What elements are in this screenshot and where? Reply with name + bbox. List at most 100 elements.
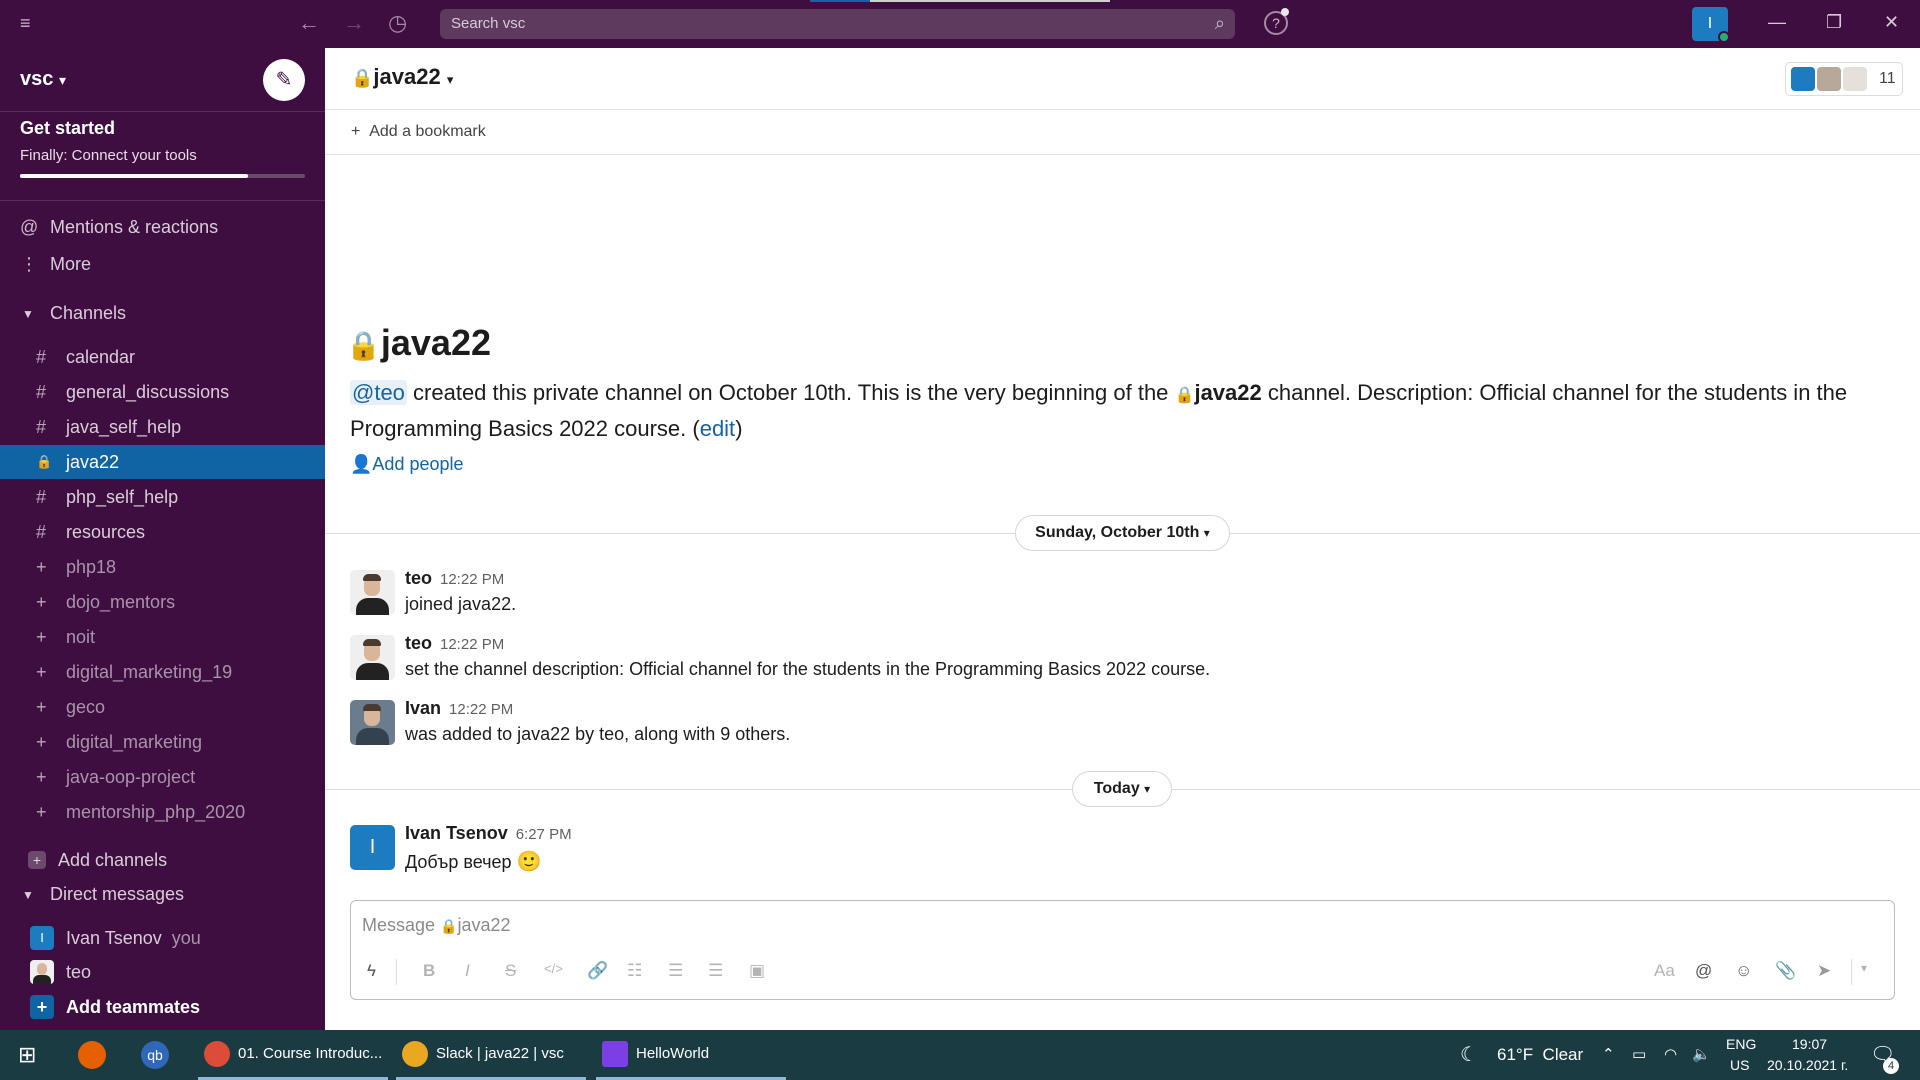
history-icon[interactable]: ◷	[388, 10, 407, 36]
attach-icon[interactable]: 📎	[1775, 961, 1796, 981]
taskbar-app-chrome[interactable]: 01. Course Introduc...	[198, 1030, 388, 1080]
qbittorrent-icon[interactable]: qb	[141, 1041, 169, 1069]
sidebar-item-channel[interactable]: # calendar	[0, 340, 325, 374]
taskbar-app-intellij[interactable]: HelloWorld	[596, 1030, 786, 1080]
back-arrow-icon[interactable]: ←	[298, 10, 320, 36]
code-block-icon[interactable]: ▣	[749, 961, 765, 981]
add-people-label: Add people	[372, 454, 464, 474]
add-people-button[interactable]: 👤Add people	[350, 454, 464, 475]
search-placeholder: Search vsc	[451, 15, 526, 32]
message-author[interactable]: teo	[405, 568, 432, 588]
chevron-down-icon[interactable]: ▾	[1861, 961, 1867, 975]
sidebar-item-more[interactable]: ⋮ More	[20, 249, 91, 279]
avatar	[350, 635, 395, 680]
message-author[interactable]: Ivan Tsenov	[405, 823, 508, 843]
layout-label[interactable]: US	[1730, 1057, 1749, 1080]
minimize-icon[interactable]: —	[1768, 12, 1786, 33]
sidebar-item-channel[interactable]: + digital_marketing_19	[0, 655, 325, 689]
sidebar-item-channel[interactable]: # java_self_help	[0, 410, 325, 444]
members-button[interactable]: 11	[1785, 62, 1903, 96]
message-time[interactable]: 12:22 PM	[440, 636, 504, 653]
message-time[interactable]: 12:22 PM	[440, 571, 504, 588]
lock-icon: 🔒	[351, 68, 374, 88]
blockquote-icon[interactable]: ☰	[708, 961, 723, 981]
day-pill[interactable]: Sunday, October 10th ▾	[1015, 515, 1230, 551]
forward-arrow-icon[interactable]: →	[343, 10, 365, 36]
dm-item-ivan-tsenov[interactable]: I Ivan Tsenov you	[30, 921, 201, 955]
message-input[interactable]: Message 🔒java22	[362, 915, 511, 936]
code-icon[interactable]: </>	[544, 961, 563, 976]
message-composer[interactable]: Message 🔒java22 ϟ B I S </> 🔗 ☷ ☰ ☰ ▣ Aa…	[350, 900, 1895, 1000]
slack-icon	[402, 1040, 428, 1067]
sidebar-item-channel[interactable]: 🔒 java22	[0, 445, 325, 479]
mention-icon[interactable]: @	[1695, 961, 1712, 981]
message-author[interactable]: teo	[405, 633, 432, 653]
shortcuts-icon[interactable]: ϟ	[367, 961, 376, 981]
get-started-panel[interactable]: Get started Finally: Connect your tools	[20, 118, 305, 178]
taskbar-app-slack[interactable]: Slack | java22 | vsc	[396, 1030, 586, 1080]
menu-icon[interactable]: ≡	[20, 14, 38, 32]
ordered-list-icon[interactable]: ☷	[627, 961, 642, 981]
sidebar-item-channel[interactable]: + noit	[0, 620, 325, 654]
sidebar-item-channel[interactable]: + geco	[0, 690, 325, 724]
sidebar-item-channel[interactable]: + php18	[0, 550, 325, 584]
bold-icon[interactable]: B	[423, 961, 435, 981]
clock-date[interactable]: 20.10.2021 г.	[1767, 1057, 1848, 1080]
moon-icon: ☾	[1460, 1044, 1478, 1066]
avatar	[350, 700, 395, 745]
add-bookmark-button[interactable]: + Add a bookmark	[351, 123, 486, 141]
sidebar-item-channel[interactable]: # php_self_help	[0, 480, 325, 514]
wifi-icon[interactable]: ◠	[1664, 1030, 1677, 1080]
emoji-icon[interactable]: ☺	[1735, 961, 1752, 981]
restore-icon[interactable]: ❐	[1826, 12, 1842, 33]
bulleted-list-icon[interactable]: ☰	[668, 961, 683, 981]
search-input[interactable]: Search vsc ⌕	[440, 9, 1235, 39]
message-time[interactable]: 12:22 PM	[449, 701, 513, 718]
close-icon[interactable]: ✕	[1884, 12, 1899, 33]
message-author[interactable]: Ivan	[405, 698, 441, 718]
formatting-toggle-icon[interactable]: Aa	[1654, 961, 1675, 981]
message-time[interactable]: 6:27 PM	[516, 826, 572, 843]
windows-start-icon[interactable]: ⊞	[18, 1030, 36, 1080]
dm-name: Ivan Tsenov	[66, 927, 162, 948]
intro-text: )	[735, 416, 743, 441]
chevron-up-icon[interactable]: ⌃	[1602, 1030, 1615, 1080]
dm-section-header[interactable]: ▼ Direct messages	[22, 884, 184, 905]
sidebar-item-channel[interactable]: # general_discussions	[0, 375, 325, 409]
channel-label: digital_marketing_19	[66, 661, 233, 682]
add-teammates-button[interactable]: + Add teammates	[30, 992, 200, 1022]
add-channels-button[interactable]: + Add channels	[0, 843, 325, 877]
strikethrough-icon[interactable]: S	[505, 961, 516, 981]
compose-button[interactable]: ✎	[263, 59, 305, 101]
battery-icon[interactable]: ▭	[1632, 1030, 1646, 1080]
get-started-progress	[20, 174, 305, 178]
sidebar-item-channel[interactable]: + mentorship_php_2020	[0, 795, 325, 829]
sidebar-item-channel[interactable]: # resources	[0, 515, 325, 549]
chevron-down-icon: ▾	[1144, 782, 1151, 796]
volume-icon[interactable]: 🔈	[1692, 1030, 1711, 1080]
day-pill[interactable]: Today ▾	[1072, 771, 1172, 807]
italic-icon[interactable]: I	[465, 961, 470, 981]
plus-icon: +	[36, 696, 47, 717]
firefox-icon[interactable]	[78, 1041, 106, 1069]
search-icon: ⌕	[1214, 13, 1225, 33]
help-notification-dot	[1281, 8, 1289, 16]
channel-title-button[interactable]: 🔒java22 ▾	[351, 64, 453, 90]
sidebar-item-channel[interactable]: + digital_marketing	[0, 725, 325, 759]
message-text: set the channel description: Official ch…	[405, 659, 1211, 679]
workspace-switcher[interactable]: vsc ▾	[20, 68, 66, 91]
link-icon[interactable]: 🔗	[587, 961, 608, 981]
sidebar-item-channel[interactable]: + java-oop-project	[0, 760, 325, 794]
channels-section-header[interactable]: ▼ Channels	[22, 303, 126, 324]
edit-link[interactable]: edit	[700, 416, 735, 441]
dm-item-teo[interactable]: teo	[30, 955, 91, 989]
weather-label[interactable]: 61°F Clear	[1497, 1030, 1583, 1080]
user-mention[interactable]: @teo	[350, 380, 407, 405]
chevron-down-icon: ▾	[446, 72, 454, 87]
sidebar-item-mentions[interactable]: @ Mentions & reactions	[20, 212, 218, 242]
send-icon[interactable]: ➤	[1817, 961, 1831, 981]
sidebar-item-channel[interactable]: + dojo_mentors	[0, 585, 325, 619]
hash-icon: #	[36, 346, 47, 367]
get-started-title: Get started	[20, 118, 116, 138]
divider	[0, 111, 325, 112]
